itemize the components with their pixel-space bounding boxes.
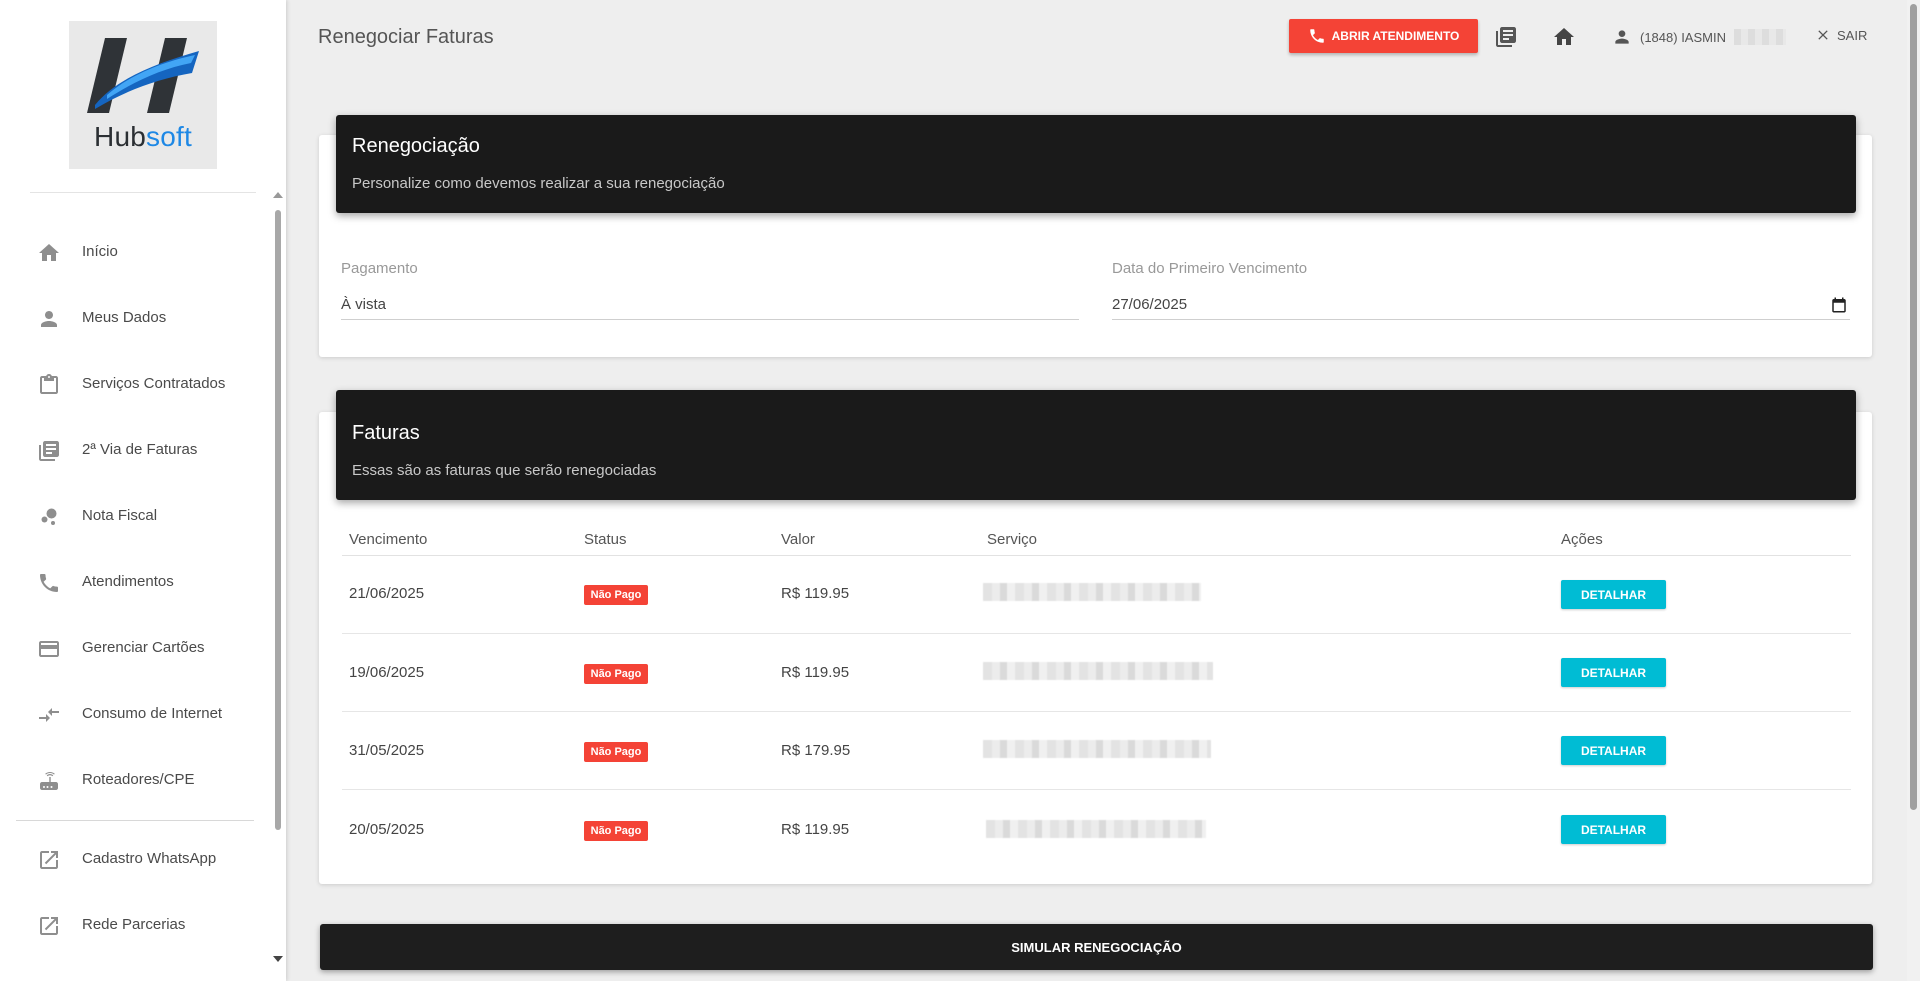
valor-cell: R$ 119.95 [781, 664, 850, 681]
person-icon [1615, 30, 1629, 44]
logo-mark-icon [87, 38, 199, 113]
column-header-vencimento: Vencimento [349, 531, 428, 548]
row-divider [342, 711, 1851, 712]
status-badge: Não Pago [584, 585, 648, 605]
calendar-icon[interactable] [1830, 296, 1848, 314]
clipboard-icon [40, 374, 58, 394]
sidebar-divider [30, 192, 256, 193]
detalhar-button[interactable]: DETALHAR [1561, 580, 1666, 609]
scrollbar-thumb[interactable] [1910, 4, 1917, 810]
phone-icon [1309, 29, 1324, 43]
sidebar-item-label: 2ª Via de Faturas [82, 441, 198, 458]
home-icon[interactable] [1552, 25, 1576, 49]
simular-renegociacao-button[interactable]: SIMULAR RENEGOCIAÇÃO [320, 924, 1873, 970]
redacted-servico [986, 820, 1206, 838]
detalhar-button[interactable]: DETALHAR [1561, 815, 1666, 844]
abrir-atendimento-label: ABRIR ATENDIMENTO [1331, 29, 1460, 43]
sidebar-item-label: Gerenciar Cartões [82, 639, 205, 656]
sidebar-scrollbar[interactable] [273, 192, 283, 962]
sidebar-item-rede-parcerias[interactable]: Rede Parcerias [0, 903, 270, 947]
sair-button[interactable]: SAIR [1815, 27, 1867, 43]
close-icon [1818, 30, 1828, 40]
column-header-acoes: Ações [1561, 531, 1603, 548]
sidebar-item-label: Atendimentos [82, 573, 174, 590]
redacted-servico [983, 740, 1211, 758]
sidebar-item-roteadores[interactable]: Roteadores/CPE [0, 758, 270, 802]
sidebar-item-label: Meus Dados [82, 309, 167, 326]
person-icon [41, 311, 57, 327]
sidebar-item-inicio[interactable]: Início [0, 230, 270, 274]
main-scrollbar[interactable] [1907, 0, 1920, 981]
sidebar-item-label: Cadastro WhatsApp [82, 850, 217, 867]
sidebar-divider [16, 820, 254, 821]
scrollbar-thumb[interactable] [275, 210, 281, 830]
sidebar-item-label: Início [82, 243, 118, 260]
page-title: Renegociar Faturas [318, 26, 494, 48]
sidebar-item-cadastro-whatsapp[interactable]: Cadastro WhatsApp [0, 837, 270, 881]
scroll-down-arrow-icon[interactable] [273, 956, 283, 962]
valor-cell: R$ 119.95 [781, 585, 850, 602]
sidebar-item-segunda-via[interactable]: 2ª Via de Faturas [0, 428, 270, 472]
valor-cell: R$ 119.95 [781, 821, 850, 838]
sidebar-item-meus-dados[interactable]: Meus Dados [0, 296, 270, 340]
compare-arrows-icon [39, 708, 59, 722]
faturas-header: Faturas Essas são as faturas que serão r… [336, 390, 1856, 500]
column-header-status: Status [584, 531, 627, 548]
redacted-servico [983, 662, 1213, 680]
user-menu[interactable]: (1848) IASMIN [1612, 27, 1786, 47]
status-badge: Não Pago [584, 821, 648, 841]
vencimento-cell: 21/06/2025 [349, 585, 425, 602]
faturas-title: Faturas [352, 422, 420, 444]
sair-label: SAIR [1837, 27, 1868, 43]
table-header-divider [342, 555, 1851, 556]
renegociacao-subtitle: Personalize como devemos realizar a sua … [352, 175, 725, 192]
credit-card-icon [39, 641, 59, 657]
redacted-servico [983, 583, 1201, 601]
library-books-icon [39, 441, 59, 461]
renegociacao-title: Renegociação [352, 135, 480, 157]
user-name: (1848) IASMIN [1640, 29, 1726, 45]
sidebar-item-cartoes[interactable]: Gerenciar Cartões [0, 626, 270, 670]
pagamento-field[interactable] [341, 290, 1079, 320]
detalhar-button[interactable]: DETALHAR [1561, 736, 1666, 765]
sidebar-item-atendimentos[interactable]: Atendimentos [0, 560, 270, 604]
row-divider [342, 633, 1851, 634]
sidebar-item-label: Serviços Contratados [82, 375, 226, 392]
logo-text: Hubsoft [94, 121, 192, 152]
abrir-atendimento-button[interactable]: ABRIR ATENDIMENTO [1289, 19, 1478, 53]
sidebar-item-label: Rede Parcerias [82, 916, 186, 933]
home-icon [39, 244, 59, 261]
sidebar-item-servicos[interactable]: Serviços Contratados [0, 362, 270, 406]
vencimento-cell: 19/06/2025 [349, 664, 425, 681]
hubsoft-logo[interactable]: Hubsoft [69, 21, 217, 169]
sidebar-item-label: Roteadores/CPE [82, 771, 195, 788]
library-books-icon[interactable] [1494, 25, 1518, 49]
scroll-up-arrow-icon[interactable] [273, 192, 283, 198]
column-header-servico: Serviço [987, 531, 1038, 548]
redacted-text [1733, 29, 1786, 45]
sidebar-item-label: Consumo de Internet [82, 705, 223, 722]
sidebar-item-label: Nota Fiscal [82, 507, 158, 524]
row-divider [342, 789, 1851, 790]
open-in-new-icon [40, 851, 58, 869]
vencimento-cell: 20/05/2025 [349, 821, 425, 838]
sidebar-item-consumo[interactable]: Consumo de Internet [0, 692, 270, 736]
detalhar-button[interactable]: DETALHAR [1561, 658, 1666, 687]
valor-cell: R$ 179.95 [781, 742, 851, 759]
phone-icon [40, 574, 58, 592]
status-badge: Não Pago [584, 742, 648, 762]
status-badge: Não Pago [584, 664, 648, 684]
open-in-new-icon [40, 917, 58, 935]
sidebar: Hubsoft Início Meus Dados Serviços Contr… [0, 0, 286, 981]
column-header-valor: Valor [781, 531, 815, 548]
bubble-chart-icon [41, 508, 57, 525]
vencimento-cell: 31/05/2025 [349, 742, 425, 759]
sidebar-item-nota-fiscal[interactable]: Nota Fiscal [0, 494, 270, 538]
pagamento-label: Pagamento [341, 260, 418, 277]
renegociacao-header: Renegociação Personalize como devemos re… [336, 115, 1856, 213]
faturas-subtitle: Essas são as faturas que serão renegocia… [352, 462, 657, 479]
data-vencimento-label: Data do Primeiro Vencimento [1112, 260, 1308, 277]
router-icon [40, 772, 58, 790]
data-vencimento-field[interactable] [1112, 290, 1850, 320]
